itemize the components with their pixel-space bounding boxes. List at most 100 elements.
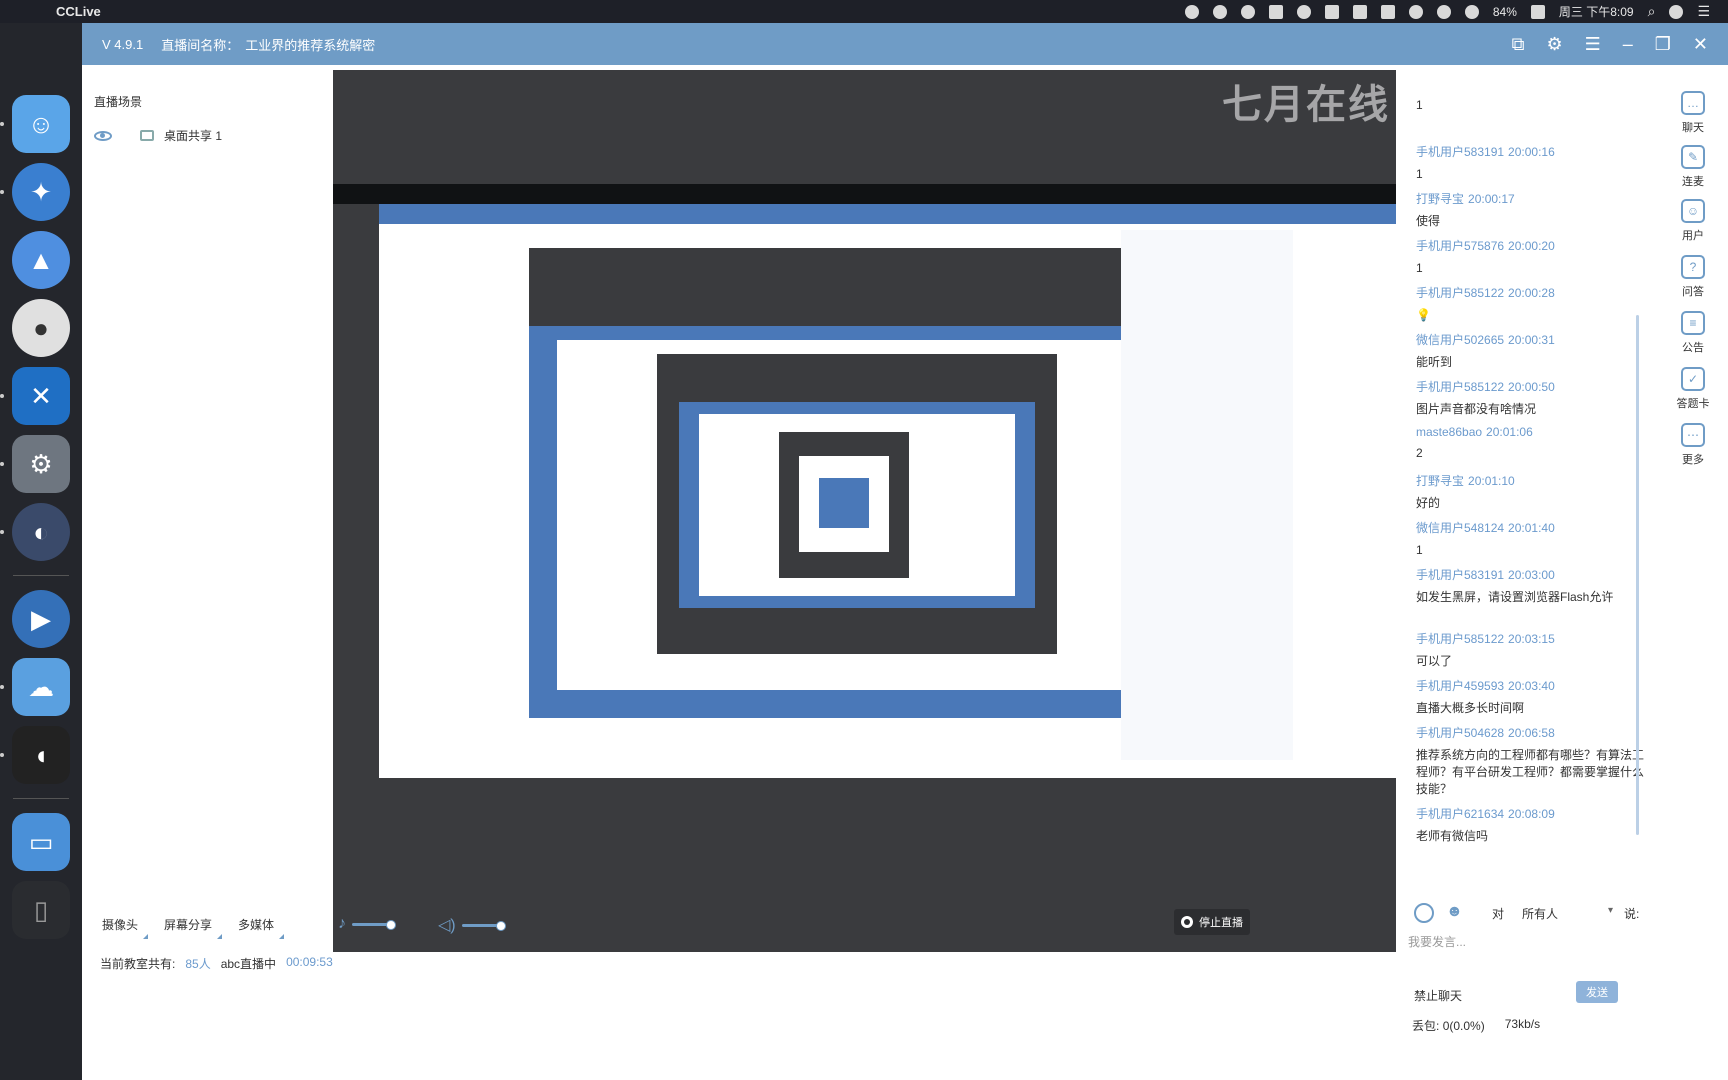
battery-percent[interactable]: 84% [1493, 5, 1517, 19]
scene-header: 直播场景 [94, 95, 143, 109]
time-machine-icon[interactable] [1408, 4, 1423, 19]
chat-username[interactable]: 手机用户583191 [1416, 568, 1504, 582]
eye-icon[interactable] [94, 130, 112, 141]
chat-username[interactable]: 手机用户621634 [1416, 807, 1504, 821]
wifi-icon[interactable] [1464, 4, 1479, 19]
pdf-reader-icon[interactable]: ◖ [0, 726, 70, 784]
sidebar-item-qa[interactable]: ? 问答 [1658, 255, 1728, 299]
chat-scrollbar[interactable] [1636, 315, 1639, 835]
chat-username[interactable]: 微信用户548124 [1416, 521, 1504, 535]
tray-icon[interactable] [1240, 4, 1255, 19]
chat-message: 手机用户585122 20:03:15 可以了 [1416, 630, 1648, 670]
siri-icon[interactable] [1669, 4, 1684, 19]
vscode-icon[interactable]: ✕ [0, 367, 70, 425]
close-icon[interactable]: ✕ [1693, 34, 1708, 55]
chat-username[interactable]: 打野寻宝 [1416, 192, 1464, 206]
restore-icon[interactable]: ❐ [1655, 34, 1671, 55]
input-method-icon[interactable] [1530, 4, 1545, 19]
chat-message: 手机用户575876 20:00:20 1 [1416, 237, 1648, 277]
folder-icon[interactable]: ▭ [12, 813, 70, 871]
finder-icon[interactable]: ☺ [0, 95, 70, 153]
tray-icon[interactable] [1212, 4, 1227, 19]
microphone-icon[interactable]: ♪ [338, 915, 346, 933]
speaker-volume-slider[interactable] [461, 920, 506, 931]
chat-username[interactable]: 微信用户502665 [1416, 333, 1504, 347]
bottom-toolbar: 摄像头 屏幕分享 多媒体 ♪ ◁) 停止直播 当前教室共有: 85人 abc直播… [82, 903, 1396, 1080]
chat-input[interactable]: 我要发言... [1408, 933, 1466, 950]
sidebar-item-chat[interactable]: … 聊天 [1658, 91, 1728, 135]
settings-icon[interactable]: ⚙ [1546, 34, 1562, 55]
notification-center-icon[interactable]: ☰ [1697, 3, 1710, 20]
quicktime-icon[interactable]: ▶ [12, 590, 70, 648]
mic-volume-slider[interactable] [352, 919, 396, 930]
chat-footer: 禁止聊天 发送 丢包: 0(0.0%) 73kb/s [1396, 965, 1728, 1080]
trash-icon[interactable]: ▯ [12, 881, 70, 939]
cloud-icon[interactable] [1296, 4, 1311, 19]
chat-message: 手机用户585122 20:00:28 💡 [1416, 284, 1648, 324]
network-status: 丢包: 0(0.0%) 73kb/s [1412, 1017, 1540, 1034]
scene-item[interactable]: 桌面共享 1 [94, 127, 222, 144]
chat-username[interactable]: 手机用户459593 [1416, 679, 1504, 693]
tray-icon[interactable] [1352, 4, 1367, 19]
room-name: 工业界的推荐系统解密 [245, 37, 376, 53]
chat-username[interactable]: 手机用户585122 [1416, 632, 1504, 646]
chat-username[interactable]: 手机用户585122 [1416, 380, 1504, 394]
chat-text: 老师有微信吗 [1416, 829, 1489, 843]
app-menu-name[interactable]: CCLive [56, 4, 101, 19]
chat-username[interactable]: 手机用户575876 [1416, 239, 1504, 253]
chat-target-select[interactable]: 所有人 [1522, 905, 1558, 922]
share-icon[interactable]: ⧉ [1512, 34, 1525, 55]
sidebar-item-users[interactable]: ☺ 用户 [1658, 199, 1728, 243]
bluetooth-icon[interactable] [1436, 4, 1451, 19]
sidebar-item-more[interactable]: ⋯ 更多 [1658, 423, 1728, 467]
sidebar-item-answer-card[interactable]: ✓ 答题卡 [1658, 367, 1728, 411]
browser-icon[interactable]: ◐ [0, 503, 70, 561]
multimedia-button[interactable]: 多媒体 [238, 916, 285, 939]
ban-chat-toggle[interactable]: 禁止聊天 [1414, 987, 1462, 1004]
grid-icon[interactable] [1380, 4, 1395, 19]
chat-username[interactable]: 打野寻宝 [1416, 474, 1464, 488]
camera-button[interactable]: 摄像头 [102, 916, 149, 939]
chat-username[interactable]: maste86bao [1416, 425, 1482, 439]
clock[interactable]: 周三 下午8:09 [1559, 3, 1634, 20]
speaker-icon[interactable]: ◁) [438, 915, 456, 935]
packet-loss: 0(0.0%) [1442, 1019, 1485, 1033]
send-button[interactable]: 发送 [1576, 981, 1618, 1003]
bear-icon[interactable]: ● [12, 299, 70, 357]
emoji-icon[interactable] [1414, 903, 1434, 923]
chat-text: 1 [1416, 98, 1423, 112]
chat-time: 20:03:15 [1508, 632, 1555, 646]
screen-share-button[interactable]: 屏幕分享 [164, 916, 223, 939]
chevron-down-icon[interactable]: ▾ [1608, 905, 1613, 916]
chat-time: 20:01:40 [1508, 521, 1555, 535]
to-label: 对 [1492, 907, 1505, 921]
chat-text: 好的 [1416, 496, 1441, 510]
sidebar-item-announcement[interactable]: ≡ 公告 [1658, 311, 1728, 355]
stop-live-button[interactable]: 停止直播 [1174, 909, 1250, 935]
menu-icon[interactable]: ☰ [1585, 34, 1601, 55]
chat-username[interactable]: 手机用户583191 [1416, 145, 1504, 159]
chat-message: 打野寻宝 20:01:10 好的 [1416, 472, 1648, 512]
more-icon: ⋯ [1681, 423, 1705, 447]
system-preferences-icon[interactable]: ⚙ [0, 435, 70, 493]
spotlight-icon[interactable]: ⌕ [1648, 3, 1656, 20]
viewer-count: 85人 [185, 957, 211, 971]
chat-text: 2 [1416, 446, 1423, 460]
tray-icon[interactable] [1268, 4, 1283, 19]
chat-username[interactable]: 手机用户585122 [1416, 286, 1504, 300]
announcement-icon: ≡ [1681, 311, 1705, 335]
tray-icon[interactable] [1324, 4, 1339, 19]
private-chat-icon[interactable]: ☻ [1446, 903, 1463, 921]
minimize-icon[interactable]: – [1623, 34, 1633, 55]
cclive-icon[interactable]: ☁ [0, 658, 70, 716]
chat-message: 1 [1416, 97, 1648, 114]
launchpad-icon[interactable]: ▲ [12, 231, 70, 289]
elapsed-time: 00:09:53 [286, 955, 333, 969]
speaker-volume: ◁) [438, 915, 506, 935]
safari-icon[interactable]: ✦ [0, 163, 70, 221]
chat-username[interactable]: 手机用户504628 [1416, 726, 1504, 740]
live-status: abc直播中 [220, 957, 277, 971]
tray-icon[interactable] [1184, 4, 1199, 19]
chat-message: 手机用户504628 20:06:58 推荐系统方向的工程师都有哪些？有算法工程师？… [1416, 724, 1648, 798]
sidebar-item-link-mic[interactable]: ✎ 连麦 [1658, 145, 1728, 189]
